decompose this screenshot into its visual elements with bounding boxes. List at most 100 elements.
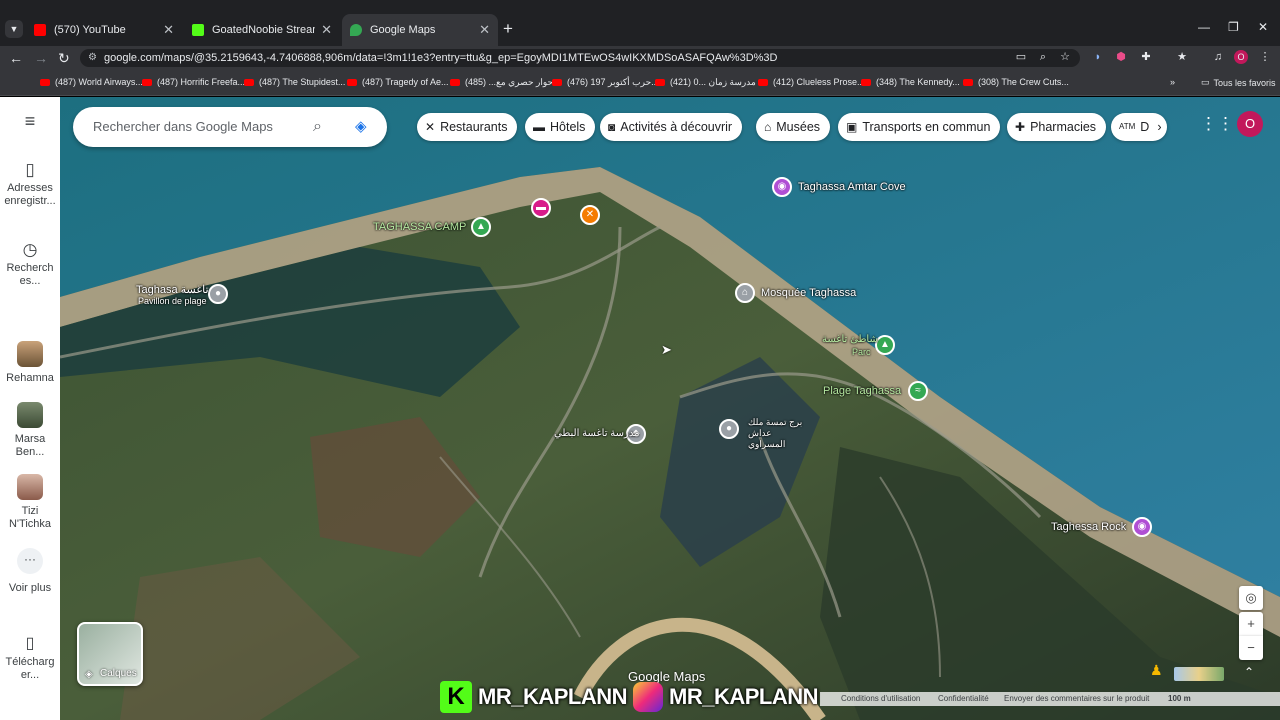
reload-icon[interactable]: ↻ — [58, 50, 70, 67]
my-location-icon[interactable]: ◎ — [1239, 586, 1263, 610]
place-label-park[interactable]: شاطئ تاغسة — [822, 334, 878, 345]
recent-place-marsa[interactable]: Marsa Ben... — [0, 402, 60, 459]
fork-knife-icon: ✕ — [425, 120, 436, 134]
chip-transit[interactable]: ▣ Transports en commun — [838, 113, 1001, 141]
chip-hotels[interactable]: ▬ Hôtels — [525, 113, 596, 141]
tab-kick-stream[interactable]: GoatedNoobie Stream - Watch ✕ — [184, 14, 340, 46]
atm-icon: ATM — [1119, 122, 1136, 131]
youtube-icon — [450, 79, 460, 86]
chip-activities[interactable]: ◙ Activités à découvrir — [600, 113, 743, 141]
bookmark-item[interactable]: (487) Horrific Freefa... — [142, 77, 245, 87]
forward-arrow-icon[interactable]: → — [34, 50, 48, 66]
bookmark-item[interactable]: (487) The Stupidest... — [244, 77, 345, 87]
bookmark-item[interactable]: (348) The Kennedy... — [861, 77, 960, 87]
minimize-button[interactable]: — — [1198, 20, 1210, 34]
extensions-puzzle-icon[interactable]: ✚ — [1139, 50, 1153, 64]
bookmark-item[interactable]: (421) مدرسة زمان ...0 — [655, 77, 756, 88]
chip-atm[interactable]: ATM D › — [1111, 113, 1167, 141]
restaurant-pin-icon[interactable]: ✕ — [580, 205, 600, 225]
extension-icon[interactable]: ◗ — [1091, 50, 1105, 64]
pegman-icon[interactable]: ♟ — [1150, 662, 1163, 679]
install-app-icon[interactable]: ▭ — [1014, 50, 1028, 64]
extension-shield-icon[interactable]: ⬢ — [1114, 50, 1128, 64]
new-tab-button[interactable]: + — [503, 20, 513, 37]
more-bookmarks-icon[interactable]: » — [1170, 77, 1175, 87]
address-bar[interactable]: ⚙ google.com/maps/@35.2159643,-4.7406888… — [80, 49, 1080, 67]
media-control-icon[interactable]: ♫ — [1211, 50, 1225, 64]
layers-button[interactable]: ◈ Calques — [77, 622, 143, 686]
bookmark-item[interactable]: (412) Clueless Prose... — [758, 77, 865, 87]
tab-search-button[interactable]: ▼ — [5, 20, 23, 38]
beach-pavilion-pin-icon[interactable]: ● — [208, 284, 228, 304]
bookmark-item[interactable]: حوار حصري مع... (485) — [450, 77, 553, 88]
layers-icon: ◈ — [85, 669, 93, 680]
search-input[interactable]: Rechercher dans Google Maps — [93, 119, 273, 134]
recents-button[interactable]: ◷ Recherch es... — [0, 241, 60, 288]
recent-place-tizi[interactable]: Tizi N'Tichka — [0, 474, 60, 531]
profile-avatar[interactable]: O — [1234, 50, 1248, 64]
zoom-out-button[interactable]: − — [1239, 636, 1263, 660]
satellite-map[interactable]: ◉ Taghassa Amtar Cove ▲ TAGHASSA CAMP ▬ … — [60, 97, 1280, 720]
close-tab-icon[interactable]: ✕ — [479, 22, 490, 38]
terms-link[interactable]: Conditions d'utilisation — [841, 692, 920, 706]
kick-handle: MR_KAPLANN — [478, 684, 628, 709]
back-arrow-icon[interactable]: ← — [9, 50, 23, 66]
search-icon[interactable]: ⌕ — [313, 107, 322, 147]
tab-title: (570) YouTube — [54, 24, 126, 36]
favorites-icon[interactable]: ★ — [1175, 50, 1189, 64]
bookmark-star-icon[interactable]: ☆ — [1058, 50, 1072, 64]
tower-pin-icon[interactable]: ● — [719, 419, 739, 439]
close-tab-icon[interactable]: ✕ — [163, 22, 174, 38]
close-window-button[interactable]: ✕ — [1258, 20, 1268, 34]
expand-chevron-icon[interactable]: ⌃ — [1244, 665, 1254, 679]
campground-pin-icon[interactable]: ▲ — [471, 217, 491, 237]
zoom-in-button[interactable]: + — [1239, 612, 1263, 636]
see-more-button[interactable]: ··· Voir plus — [0, 548, 60, 595]
feedback-link[interactable]: Envoyer des commentaires sur le produit — [1004, 692, 1149, 706]
search-box[interactable]: Rechercher dans Google Maps ⌕ ◈ — [73, 107, 387, 147]
saved-places-button[interactable]: ▯ Adresses enregistr... — [0, 161, 60, 208]
chip-pharmacies[interactable]: ✚ Pharmacies — [1007, 113, 1107, 141]
directions-icon[interactable]: ◈ — [355, 107, 367, 147]
hamburger-menu-icon[interactable]: ≡ — [0, 112, 60, 130]
hotel-pin-icon[interactable]: ▬ — [531, 198, 551, 218]
mosque-pin-icon[interactable]: ⌂ — [735, 283, 755, 303]
apps-grid-icon[interactable]: ⋮⋮ — [1200, 114, 1234, 134]
camera-pin-icon[interactable]: ◉ — [1132, 517, 1152, 537]
tab-google-maps[interactable]: Google Maps ✕ — [342, 14, 498, 46]
chevron-right-icon[interactable]: › — [1157, 113, 1161, 141]
privacy-link[interactable]: Confidentialité — [938, 692, 989, 706]
place-label-beach[interactable]: Plage Taghassa — [823, 385, 901, 397]
place-label-mosque[interactable]: Mosquée Taghassa — [761, 287, 856, 299]
place-label-camp[interactable]: TAGHASSA CAMP — [373, 221, 466, 233]
menu-kebab-icon[interactable]: ⋮ — [1258, 50, 1272, 64]
bookmark-item[interactable]: (487) Tragedy of Ae... — [347, 77, 449, 87]
camera-pin-icon[interactable]: ◉ — [772, 177, 792, 197]
site-info-icon[interactable]: ⚙ — [88, 49, 97, 67]
map-footer: Conditions d'utilisation Confidentialité… — [820, 692, 1280, 706]
zoom-icon[interactable]: ⌕ — [1036, 50, 1050, 64]
recent-place-rehamna[interactable]: Rehamna — [0, 341, 60, 385]
bookmark-item[interactable]: (487) World Airways... — [40, 77, 143, 87]
place-label-pavilion[interactable]: Taghasa تاغسة — [136, 283, 209, 296]
map-type-thumbnails[interactable] — [1174, 667, 1224, 681]
beach-pin-icon[interactable]: ≈ — [908, 381, 928, 401]
account-avatar[interactable]: O — [1237, 111, 1263, 137]
all-bookmarks-folder[interactable]: ▭ Tous les favoris — [1201, 77, 1276, 88]
download-app-button[interactable]: ▯ Télécharg er... — [0, 636, 60, 682]
restore-button[interactable]: ❐ — [1228, 20, 1239, 34]
scale-bar[interactable]: 100 m — [1168, 692, 1191, 706]
place-label-school[interactable]: مدرسة تاغسة البطي — [554, 428, 639, 439]
place-label-rock[interactable]: Taghessa Rock — [1051, 521, 1126, 533]
maps-left-rail: ≡ ▯ Adresses enregistr... ◷ Recherch es.… — [0, 97, 60, 720]
bed-icon: ▬ — [533, 120, 545, 134]
park-pin-icon[interactable]: ▲ — [875, 335, 895, 355]
chip-museums[interactable]: ⌂ Musées — [756, 113, 831, 141]
tab-youtube[interactable]: (570) YouTube ✕ — [26, 14, 182, 46]
chip-restaurants[interactable]: ✕ Restaurants — [417, 113, 518, 141]
bookmark-item[interactable]: (476) حرب أكتوبر 197... — [552, 77, 659, 88]
bookmark-item[interactable]: (308) The Crew Cuts... — [963, 77, 1069, 87]
place-label-amtar-cove[interactable]: Taghassa Amtar Cove — [798, 181, 906, 193]
close-tab-icon[interactable]: ✕ — [321, 22, 332, 38]
place-label-tower[interactable]: برج تمسة ملك عداش المسراوي — [748, 417, 808, 450]
